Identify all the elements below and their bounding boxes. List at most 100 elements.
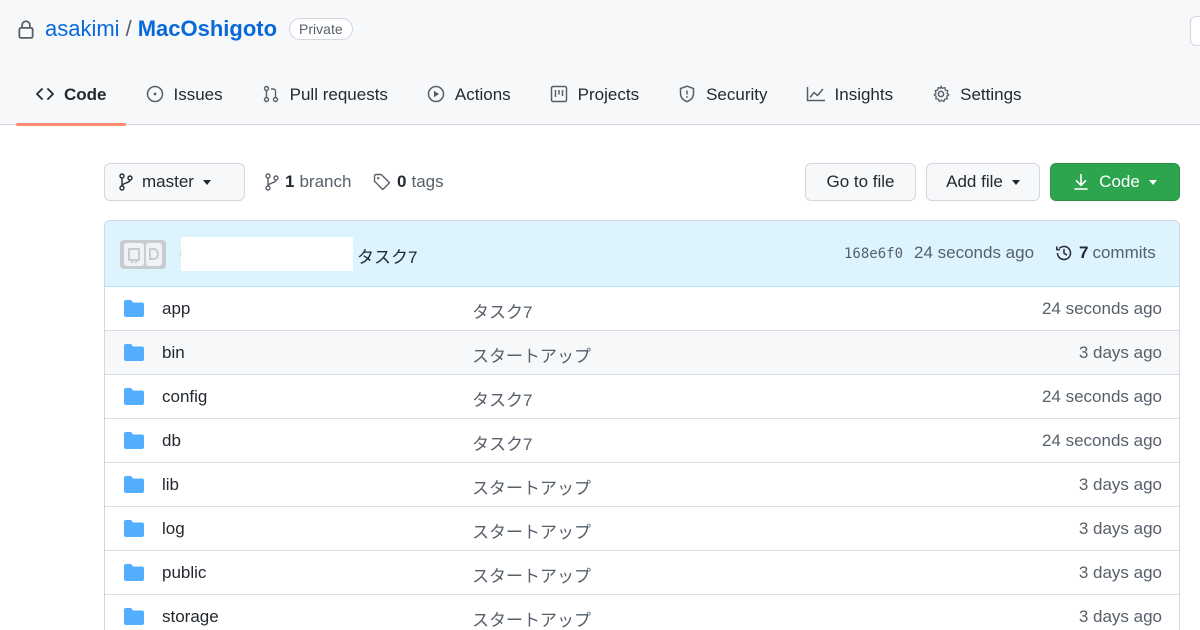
file-name-link[interactable]: bin [162,343,185,363]
tab-issues[interactable]: Issues [126,72,242,125]
pull-request-icon [261,84,281,104]
file-name-link[interactable]: db [162,431,181,451]
commits-history-link[interactable]: 7 commits [1055,243,1156,263]
tab-label: Security [706,85,768,104]
latest-commit-message[interactable]: タスク7 [357,243,417,268]
folder-icon [124,344,144,361]
file-commit-time: 24 seconds ago [1041,431,1162,450]
file-name-link[interactable]: public [162,563,206,583]
file-commit-time: 3 days ago [1078,563,1162,582]
tab-code[interactable]: Code [16,72,126,126]
repo-nav-tabs: Code Issues Pull requests Actions Projec… [16,72,1041,126]
code-icon [35,84,55,104]
graph-icon [806,84,826,104]
folder-icon [124,432,144,449]
file-commit-message[interactable]: スタートアップ [472,606,591,630]
play-icon [426,84,446,104]
project-icon [549,84,569,104]
tab-label: Actions [454,85,511,104]
tab-projects[interactable]: Projects [530,72,658,125]
file-row[interactable]: bin スタートアップ 3 days ago [105,331,1179,375]
file-name-link[interactable]: app [162,299,190,319]
folder-icon [124,608,144,625]
download-icon [1073,173,1089,191]
file-commit-message[interactable]: スタートアップ [472,474,591,499]
branch-count: 1 [285,172,295,191]
folder-icon [124,520,144,537]
file-name-link[interactable]: config [162,387,207,407]
tab-label: Code [64,85,107,104]
tab-label: Pull requests [289,85,388,104]
shield-icon [677,84,697,104]
tab-settings[interactable]: Settings [912,72,1040,125]
gear-icon [931,84,951,104]
branches-link[interactable]: 1 branch [265,172,351,192]
add-file-button[interactable]: Add file [926,163,1040,201]
file-row[interactable]: config タスク7 24 seconds ago [105,375,1179,419]
avatar[interactable] [120,240,166,269]
tab-label: Projects [577,85,640,104]
file-row[interactable]: log スタートアップ 3 days ago [105,507,1179,551]
tab-label: Settings [960,85,1022,104]
branch-name: master [142,172,194,191]
folder-icon [124,564,144,581]
file-commit-message[interactable]: タスク7 [472,386,532,411]
repo-title: asakimi / MacOshigoto Private [17,14,353,44]
tab-pull-requests[interactable]: Pull requests [242,72,407,125]
branch-icon [119,173,133,191]
file-commit-time: 3 days ago [1078,343,1162,362]
tab-actions[interactable]: Actions [407,72,530,125]
tags-link[interactable]: 0 tags [373,172,444,192]
file-commit-message[interactable]: スタートアップ [472,562,591,587]
header-edge-button[interactable] [1190,16,1200,46]
file-commit-message[interactable]: タスク7 [472,430,532,455]
go-to-file-button[interactable]: Go to file [805,163,916,201]
branch-icon [265,173,279,191]
branch-select-button[interactable]: master [104,163,245,201]
tag-count-label: tags [411,172,444,191]
file-commit-time: 3 days ago [1078,475,1162,494]
repo-path-separator: / [125,16,132,41]
code-download-button[interactable]: Code [1050,163,1180,201]
commit-sha-link[interactable]: 168e6f0 [844,246,903,262]
tag-icon [373,173,391,191]
tab-label: Issues [173,85,223,104]
visibility-badge: Private [289,18,353,40]
commit-time: 24 seconds ago [914,243,1035,262]
code-button-label: Code [1099,172,1140,191]
repo-header: asakimi / MacOshigoto Private Code Issue… [0,0,1200,126]
folder-icon [124,388,144,405]
chevron-down-icon [1148,179,1157,185]
lock-icon [18,20,34,39]
latest-commit-bar: タスク7 168e6f0 24 seconds ago 7 commits [105,221,1179,287]
file-commit-time: 24 seconds ago [1041,387,1162,406]
file-row[interactable]: db タスク7 24 seconds ago [105,419,1179,463]
repo-name-link[interactable]: MacOshigoto [138,16,277,42]
tab-insights[interactable]: Insights [787,72,913,125]
chevron-down-icon [202,179,211,185]
file-commit-time: 24 seconds ago [1041,299,1162,318]
file-commit-message[interactable]: スタートアップ [472,518,591,543]
file-commit-time: 3 days ago [1078,519,1162,538]
tab-security[interactable]: Security [658,72,786,125]
file-browser: タスク7 168e6f0 24 seconds ago 7 commits ap… [104,220,1180,630]
go-to-file-label: Go to file [826,172,895,191]
commit-count: 7 [1079,243,1089,262]
file-row[interactable]: storage スタートアップ 3 days ago [105,595,1179,630]
history-icon [1055,244,1073,262]
issue-icon [145,84,165,104]
file-name-link[interactable]: log [162,519,185,539]
add-file-label: Add file [946,172,1003,191]
repo-owner-link[interactable]: asakimi [45,16,120,42]
file-name-link[interactable]: lib [162,475,179,495]
tab-label: Insights [834,85,894,104]
file-commit-message[interactable]: タスク7 [472,298,532,323]
file-row[interactable]: app タスク7 24 seconds ago [105,287,1179,331]
file-row[interactable]: public スタートアップ 3 days ago [105,551,1179,595]
tag-count: 0 [397,172,407,191]
folder-icon [124,300,144,317]
file-commit-message[interactable]: スタートアップ [472,342,591,367]
file-row[interactable]: lib スタートアップ 3 days ago [105,463,1179,507]
folder-icon [124,476,144,493]
file-name-link[interactable]: storage [162,607,219,627]
